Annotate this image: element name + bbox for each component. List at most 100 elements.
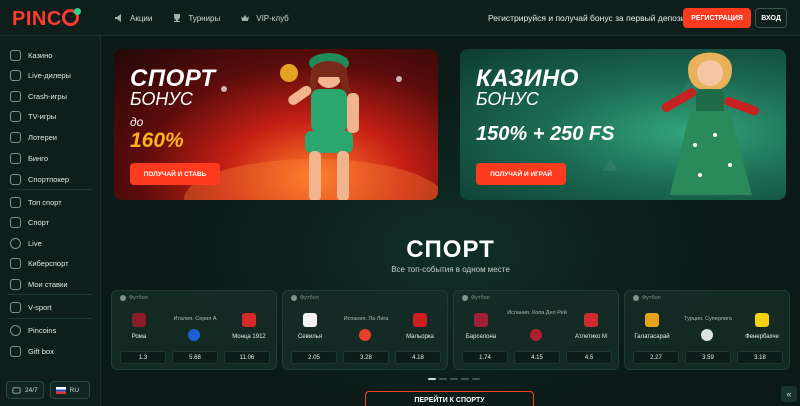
- match-card[interactable]: Футбол Барселона Испания. Копа Дел Рей А…: [453, 290, 619, 370]
- sidebar-item-label: Киберспорт: [28, 258, 69, 268]
- crash-icon: [10, 90, 21, 102]
- home-team-name: Барселона: [465, 334, 497, 340]
- trophy-icon: [174, 14, 181, 22]
- crown-icon: [241, 15, 250, 21]
- casino-icon: [10, 49, 21, 61]
- card-sport-label: Футбол: [633, 295, 661, 301]
- league-name: Испания. Ла Лига: [343, 316, 389, 322]
- sidebar-item-label: Crash-игры: [28, 91, 67, 101]
- odd-away[interactable]: 11.06: [224, 351, 270, 364]
- football-icon: [120, 295, 126, 301]
- main-content: СПОРТ БОНУС до 160% ПОЛУЧАЙ И СТАВЬ КАЗИ…: [101, 36, 800, 406]
- tv-icon: [10, 110, 21, 122]
- collapse-chevron-icon[interactable]: «: [781, 386, 797, 402]
- sidebar-item-crash-games[interactable]: Crash-игры: [10, 89, 67, 103]
- topnav-label: Турниры: [188, 13, 221, 23]
- odd-draw[interactable]: 3.59: [685, 351, 731, 364]
- sidebar-item-label: Мои ставки: [28, 279, 68, 289]
- login-button[interactable]: ВХОД: [755, 8, 787, 28]
- home-team-logo: [303, 313, 317, 327]
- carousel-dot[interactable]: [428, 378, 436, 380]
- sidebar-item-vsport[interactable]: V-sport: [10, 300, 52, 314]
- sport-section-title: СПОРТ: [406, 236, 495, 263]
- carousel-dot[interactable]: [450, 378, 458, 380]
- sport-banner-percent: 160%: [130, 129, 184, 152]
- carousel-dot[interactable]: [472, 378, 480, 380]
- odd-away[interactable]: 4.18: [395, 351, 441, 364]
- sidebar-item-my-bets[interactable]: Мои ставки: [10, 277, 68, 291]
- sidebar-item-live-dealers[interactable]: Live-дилеры: [10, 68, 71, 82]
- carousel-pagination: [428, 378, 480, 380]
- page: PINC Акции Турниры VIP-клуб Регистрируйс…: [0, 0, 800, 406]
- odd-home[interactable]: 2.05: [291, 351, 337, 364]
- odd-home[interactable]: 2.27: [633, 351, 679, 364]
- gift-icon: [10, 345, 21, 357]
- odd-draw[interactable]: 5.68: [172, 351, 218, 364]
- poker-icon: [10, 173, 21, 185]
- match-card[interactable]: Футбол Севилья Испания. Ла Лига Мальорка…: [282, 290, 448, 370]
- sidebar-item-label: Спорт: [28, 217, 50, 227]
- bets-icon: [10, 278, 21, 290]
- sidebar-item-top-sport[interactable]: Топ спорт: [10, 195, 62, 209]
- support-button[interactable]: 24/7: [6, 381, 44, 399]
- casino-bonus-banner[interactable]: КАЗИНО БОНУС 150% + 250 FS ПОЛУЧАЙ И ИГР…: [460, 49, 786, 200]
- odd-draw[interactable]: 3.28: [343, 351, 389, 364]
- home-team-name: Рома: [131, 334, 147, 340]
- home-team-logo: [132, 313, 146, 327]
- register-button[interactable]: РЕГИСТРАЦИЯ: [683, 8, 751, 28]
- carousel-dot[interactable]: [461, 378, 469, 380]
- odd-draw[interactable]: 4.15: [514, 351, 560, 364]
- sidebar-item-lotteries[interactable]: Лотереи: [10, 130, 57, 144]
- sidebar-item-label: TV-игры: [28, 111, 57, 121]
- sidebar-item-label: Топ спорт: [28, 197, 62, 207]
- football-icon: [633, 295, 639, 301]
- match-card[interactable]: Футбол Галатасарай Турция. Суперлига Фен…: [624, 290, 790, 370]
- sidebar-item-tv-games[interactable]: TV-игры: [10, 109, 56, 123]
- sport-name: Футбол: [300, 295, 319, 301]
- football-icon: [462, 295, 468, 301]
- sport-bonus-banner[interactable]: СПОРТ БОНУС до 160% ПОЛУЧАЙ И СТАВЬ: [114, 49, 438, 200]
- away-team-logo: [242, 313, 256, 327]
- language-selector[interactable]: RU: [49, 381, 90, 399]
- football-icon: [291, 295, 297, 301]
- sidebar-item-gift-box[interactable]: Gift box: [10, 344, 54, 358]
- sidebar-item-sport[interactable]: Спорт: [10, 215, 49, 229]
- topnav-promotions[interactable]: Акции: [114, 13, 152, 23]
- home-team-logo: [474, 313, 488, 327]
- league-name: Турция. Суперлига: [684, 316, 732, 322]
- sidebar-item-bingo[interactable]: Бинго: [10, 151, 48, 165]
- get-and-play-button[interactable]: ПОЛУЧАЙ И ИГРАЙ: [476, 163, 566, 185]
- odd-away[interactable]: 3.18: [737, 351, 783, 364]
- sidebar-footer: 24/7 RU: [6, 381, 90, 399]
- away-team-logo: [584, 313, 598, 327]
- sidebar-item-esports[interactable]: Киберспорт: [10, 256, 69, 270]
- ticket-icon: [10, 131, 21, 143]
- sidebar-item-label: Pincoins: [28, 325, 57, 335]
- sport-banner-subtitle: БОНУС: [130, 89, 193, 109]
- get-and-bet-button[interactable]: ПОЛУЧАЙ И СТАВЬ: [130, 163, 220, 185]
- odd-away[interactable]: 4.5: [566, 351, 612, 364]
- topnav-vip[interactable]: VIP-клуб: [240, 13, 289, 23]
- sidebar-item-sportpoker[interactable]: Спортпокер: [10, 172, 69, 186]
- odd-home[interactable]: 1.74: [462, 351, 508, 364]
- megaphone-icon: [115, 14, 121, 22]
- topnav-tournaments[interactable]: Турниры: [172, 13, 220, 23]
- sidebar-divider: [8, 189, 92, 190]
- coin-icon: [10, 324, 21, 336]
- sidebar-item-casino[interactable]: Казино: [10, 48, 52, 62]
- card-sport-label: Футбол: [120, 295, 148, 301]
- carousel-dot[interactable]: [439, 378, 447, 380]
- away-team-logo: [755, 313, 769, 327]
- promo-text: Регистрируйся и получай бонус за первый …: [488, 13, 690, 23]
- sidebar-item-label: Live-дилеры: [28, 70, 71, 80]
- sidebar-item-pincoins[interactable]: Pincoins: [10, 323, 56, 337]
- dealer-icon: [10, 69, 21, 81]
- sidebar-item-live[interactable]: Live: [10, 236, 42, 250]
- ball-icon: [10, 216, 21, 228]
- odd-home[interactable]: 1.3: [120, 351, 166, 364]
- go-to-sport-button[interactable]: ПЕРЕЙТИ К СПОРТУ: [365, 391, 534, 406]
- sidebar-divider: [8, 318, 92, 319]
- league-name: Италия. Серия А: [173, 316, 217, 322]
- logo[interactable]: PINC: [12, 8, 81, 31]
- match-card[interactable]: Футбол Рома Италия. Серия А Монца 1912 1…: [111, 290, 277, 370]
